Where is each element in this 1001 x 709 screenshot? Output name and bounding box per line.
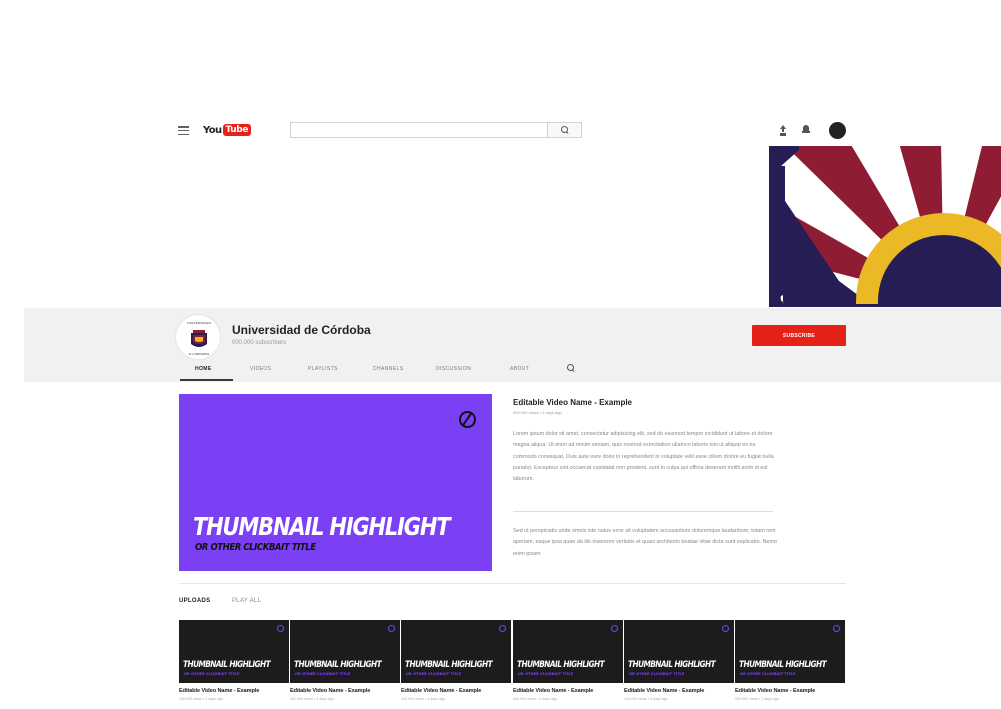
video-meta: 200.000 views • 5 days ago	[290, 697, 334, 701]
tab-home[interactable]: HOME	[195, 366, 212, 372]
brand-logo-icon	[833, 625, 840, 632]
video-meta: 100.000 views • 4 days ago	[401, 697, 445, 701]
tab-discussion[interactable]: DISCUSSION	[436, 366, 471, 372]
video-title[interactable]: Editable Video Name - Example	[624, 688, 734, 694]
search-icon	[560, 126, 569, 134]
video-thumbnail[interactable]: THUMBNAIL HIGHLIGHT OR OTHER CLICKBAIT T…	[513, 620, 623, 683]
video-title[interactable]: Editable Video Name - Example	[401, 688, 511, 694]
video-thumbnail[interactable]: THUMBNAIL HIGHLIGHT OR OTHER CLICKBAIT T…	[401, 620, 511, 683]
featured-video-description-continued: Sed ut perspiciatis unde omnis iste natu…	[513, 528, 777, 557]
thumb-subtitle: OR OTHER CLICKBAIT TITLE	[629, 672, 685, 676]
video-card[interactable]: THUMBNAIL HIGHLIGHT OR OTHER CLICKBAIT T…	[179, 620, 289, 701]
section-divider	[179, 583, 846, 584]
video-thumbnail[interactable]: THUMBNAIL HIGHLIGHT OR OTHER CLICKBAIT T…	[735, 620, 845, 683]
channel-banner-art	[769, 146, 1001, 307]
video-title[interactable]: Editable Video Name - Example	[290, 688, 400, 694]
thumb-title: THUMBNAIL HIGHLIGHT	[294, 660, 382, 670]
channel-name: Universidad de Córdoba	[232, 323, 371, 337]
uploads-grid: THUMBNAIL HIGHLIGHT OR OTHER CLICKBAIT T…	[179, 620, 847, 709]
brand-logo-icon	[722, 625, 729, 632]
play-all-button[interactable]: PLAY ALL	[232, 598, 261, 604]
logo-tube-text: Tube	[222, 124, 252, 136]
thumb-title: THUMBNAIL HIGHLIGHT	[739, 660, 827, 670]
video-meta: 100.000 views • 6 days ago	[624, 697, 668, 701]
tab-videos[interactable]: VIDEOS	[250, 366, 271, 372]
search-input[interactable]	[290, 122, 548, 138]
upload-icon[interactable]	[779, 125, 787, 135]
thumb-subtitle: OR OTHER CLICKBAIT TITLE	[406, 672, 462, 676]
menu-icon[interactable]	[178, 126, 189, 135]
video-thumbnail[interactable]: THUMBNAIL HIGHLIGHT OR OTHER CLICKBAIT T…	[290, 620, 400, 683]
youtube-logo[interactable]: You Tube	[203, 123, 252, 137]
video-meta: 500.000 views • 7 days ago	[735, 697, 779, 701]
featured-video-description: Lorem ipsum dolor sit amet, consectetur …	[513, 431, 774, 483]
thumb-subtitle: OR OTHER CLICKBAIT TITLE	[740, 672, 796, 676]
active-tab-indicator	[180, 379, 233, 381]
video-card[interactable]: THUMBNAIL HIGHLIGHT OR OTHER CLICKBAIT T…	[401, 620, 511, 701]
video-card[interactable]: THUMBNAIL HIGHLIGHT OR OTHER CLICKBAIT T…	[513, 620, 623, 701]
search-button[interactable]	[548, 122, 582, 138]
tab-about[interactable]: ABOUT	[510, 366, 529, 372]
video-meta: 300.000 views • 2 days ago	[513, 697, 557, 701]
video-card[interactable]: THUMBNAIL HIGHLIGHT OR OTHER CLICKBAIT T…	[735, 620, 845, 701]
account-avatar[interactable]	[829, 122, 846, 139]
uploads-heading[interactable]: UPLOADS	[179, 598, 210, 604]
subscriber-count: 000.000 subscribers	[232, 340, 287, 346]
svg-text:D CÓRDOBA: D CÓRDOBA	[189, 351, 210, 356]
brand-logo-icon	[277, 625, 284, 632]
featured-video-meta: 000.000 views • 1 days ago	[513, 410, 562, 415]
thumb-subtitle: OR OTHER CLICKBAIT TITLE	[184, 672, 240, 676]
video-title[interactable]: Editable Video Name - Example	[735, 688, 845, 694]
thumb-subtitle: OR OTHER CLICKBAIT TITLE	[518, 672, 574, 676]
featured-thumb-title: THUMBNAIL HIGHLIGHT	[193, 512, 451, 541]
channel-search-icon[interactable]	[567, 364, 575, 372]
thumb-subtitle: OR OTHER CLICKBAIT TITLE	[295, 672, 351, 676]
logo-you-text: You	[203, 124, 222, 136]
channel-avatar[interactable]: UNIVERSIDAD D CÓRDOBA	[175, 314, 221, 360]
brand-logo-icon	[388, 625, 395, 632]
subscribe-button[interactable]: SUBSCRIBE	[752, 325, 846, 346]
video-thumbnail[interactable]: THUMBNAIL HIGHLIGHT OR OTHER CLICKBAIT T…	[179, 620, 289, 683]
tab-channels[interactable]: CHANNELS	[373, 366, 403, 372]
featured-thumb-subtitle: OR OTHER CLICKBAIT TITLE	[195, 542, 316, 553]
thumb-title: THUMBNAIL HIGHLIGHT	[628, 660, 716, 670]
featured-video-thumbnail[interactable]: THUMBNAIL HIGHLIGHT OR OTHER CLICKBAIT T…	[179, 394, 492, 571]
brand-logo-icon	[459, 411, 476, 428]
tab-playlists[interactable]: PLAYLISTS	[308, 366, 338, 372]
video-meta: 100.000 views • 3 days ago	[179, 697, 223, 701]
notifications-bell-icon[interactable]	[802, 125, 810, 134]
video-card[interactable]: THUMBNAIL HIGHLIGHT OR OTHER CLICKBAIT T…	[624, 620, 734, 701]
video-title[interactable]: Editable Video Name - Example	[513, 688, 623, 694]
description-divider	[513, 511, 773, 512]
thumb-title: THUMBNAIL HIGHLIGHT	[517, 660, 605, 670]
thumb-title: THUMBNAIL HIGHLIGHT	[183, 660, 271, 670]
video-card[interactable]: THUMBNAIL HIGHLIGHT OR OTHER CLICKBAIT T…	[290, 620, 400, 701]
thumb-title: THUMBNAIL HIGHLIGHT	[405, 660, 493, 670]
brand-logo-icon	[499, 625, 506, 632]
video-thumbnail[interactable]: THUMBNAIL HIGHLIGHT OR OTHER CLICKBAIT T…	[624, 620, 734, 683]
brand-logo-icon	[611, 625, 618, 632]
featured-video-title[interactable]: Editable Video Name - Example	[513, 398, 632, 407]
video-title[interactable]: Editable Video Name - Example	[179, 688, 289, 694]
svg-text:UNIVERSIDAD: UNIVERSIDAD	[187, 321, 211, 325]
university-crest-icon: UNIVERSIDAD D CÓRDOBA	[177, 316, 220, 359]
